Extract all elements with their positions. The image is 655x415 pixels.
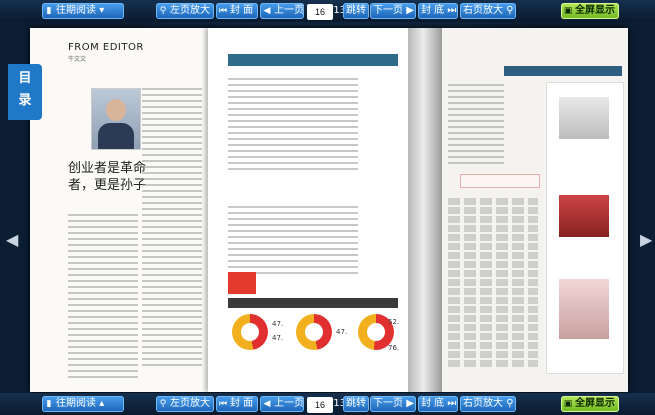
section-header-bar	[228, 54, 398, 66]
column-text-right	[142, 88, 202, 370]
column-text-left	[68, 214, 138, 382]
magnifier-icon: ⚲	[159, 6, 167, 16]
next-page-arrow-icon[interactable]: ▶	[640, 230, 652, 250]
cover-button[interactable]: ⏮ 封 面	[216, 3, 258, 19]
article-text-1	[228, 78, 358, 174]
zoom-left-button-bottom[interactable]: ⚲ 左页放大	[156, 396, 214, 412]
donut-chart-1	[232, 314, 268, 350]
chart-header-bar	[228, 298, 398, 308]
donut-value-4: 52.	[388, 318, 400, 326]
book-icon: ▮	[46, 6, 52, 16]
magazine-logo	[228, 272, 256, 294]
prev-page-arrow-icon[interactable]: ◀	[6, 230, 18, 250]
article-text-2	[228, 206, 358, 278]
back-cover-button[interactable]: 封 底 ⏭	[418, 3, 458, 19]
back-cover-button-bottom[interactable]: 封 底 ⏭	[418, 396, 458, 412]
ranking-header-bar	[504, 66, 622, 76]
fullscreen-button[interactable]: ▣ 全屏显示	[561, 3, 619, 19]
last-page-icon: ⏭	[447, 398, 457, 409]
next-page-button-bottom[interactable]: 下一页 ▶	[370, 396, 416, 412]
toc-tab[interactable]: 目录	[8, 64, 42, 120]
top-toolbar: ▮往期阅读 ▾ ⚲左页放大 ⏮封 面 ◀上一页 /132 跳转 下一页 ▶ 封 …	[0, 0, 655, 22]
chevron-up-icon: ▴	[99, 398, 105, 409]
jump-button[interactable]: 跳转	[343, 3, 369, 19]
fullscreen-icon: ▣	[563, 6, 573, 16]
past-issues-button[interactable]: ▮ 往期阅读 ▾	[42, 3, 124, 19]
cover-button-bottom[interactable]: ⏮ 封 面	[216, 396, 258, 412]
past-issues-button-bottom[interactable]: ▮ 往期阅读 ▴	[42, 396, 124, 412]
book-icon: ▮	[46, 399, 52, 409]
next-page-button[interactable]: 下一页 ▶	[370, 3, 416, 19]
sidebar-thumbnail-3	[559, 279, 609, 339]
donut-value-2: 47.	[272, 334, 284, 342]
donut-chart-2	[296, 314, 332, 350]
sidebar-thumbnail-1	[559, 97, 609, 139]
zoom-right-button-bottom[interactable]: 右页放大 ⚲	[460, 396, 516, 412]
section-label: FROM EDITOR	[68, 42, 144, 53]
sidebar-thumbnail-2	[559, 195, 609, 237]
ranking-table	[448, 198, 538, 369]
magazine-spread: FROM EDITOR 牛文文 创业者是革命者，更是孙子 目录 47. 47. …	[8, 28, 628, 392]
editor-name: 牛文文	[68, 56, 87, 63]
donut-value-3: 47.	[336, 328, 348, 336]
first-page-icon: ⏮	[218, 399, 228, 409]
magnifier-icon: ⚲	[506, 398, 514, 409]
magnifier-icon: ⚲	[159, 399, 167, 409]
zoom-left-button[interactable]: ⚲ 左页放大	[156, 3, 214, 19]
prev-icon: ◀	[263, 399, 271, 409]
page-fold	[408, 28, 442, 392]
chevron-down-icon: ▾	[99, 5, 105, 16]
prev-icon: ◀	[263, 6, 271, 16]
bottom-toolbar: ▮往期阅读 ▴ ⚲左页放大 ⏮封 面 ◀上一页 /132 跳转 下一页 ▶ 封 …	[0, 393, 655, 415]
next-icon: ▶	[406, 5, 414, 16]
donut-value-1: 47.	[272, 320, 284, 328]
last-page-icon: ⏭	[447, 5, 457, 16]
fullscreen-icon: ▣	[563, 399, 573, 409]
right-text	[448, 84, 504, 168]
prev-page-button-bottom[interactable]: ◀ 上一页	[260, 396, 304, 412]
editor-photo	[91, 88, 141, 150]
jump-button-bottom[interactable]: 跳转	[343, 396, 369, 412]
first-page-icon: ⏮	[218, 6, 228, 16]
highlight-box	[460, 174, 540, 188]
fullscreen-button-bottom[interactable]: ▣ 全屏显示	[561, 396, 619, 412]
donut-value-5: 76.	[388, 344, 400, 352]
sidebar-panel	[546, 82, 624, 374]
next-icon: ▶	[406, 398, 414, 409]
article-headline: 创业者是革命者，更是孙子	[68, 161, 147, 193]
left-page[interactable]: FROM EDITOR 牛文文 创业者是革命者，更是孙子	[30, 28, 208, 392]
prev-page-button[interactable]: ◀ 上一页	[260, 3, 304, 19]
magnifier-icon: ⚲	[506, 5, 514, 16]
middle-page[interactable]: 47. 47. 47. 52. 76.	[208, 28, 408, 392]
zoom-right-button[interactable]: 右页放大 ⚲	[460, 3, 516, 19]
right-page[interactable]	[442, 28, 628, 392]
